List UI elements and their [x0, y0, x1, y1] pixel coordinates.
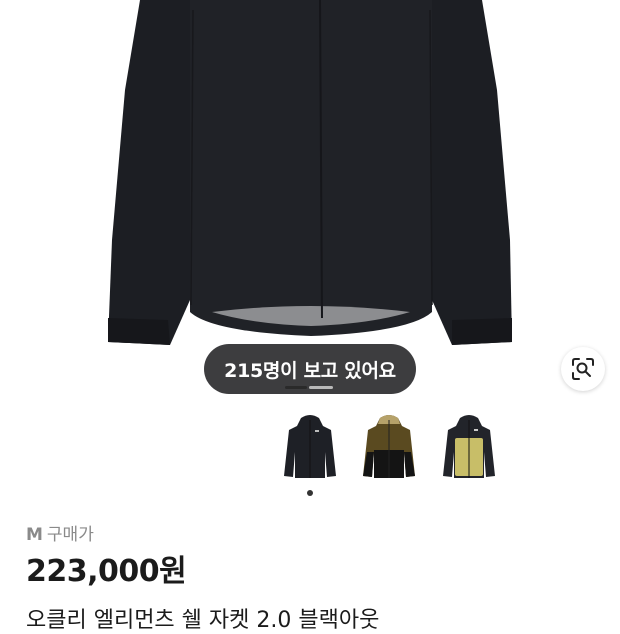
- size-price-label: M 구매가: [26, 520, 94, 545]
- selected-thumbnail-dot: [307, 490, 313, 496]
- jacket-thumb-icon: [363, 415, 415, 478]
- slide-indicator-active: [285, 386, 307, 389]
- jacket-thumb-icon: [284, 415, 336, 478]
- thumbnail-black[interactable]: [279, 412, 341, 482]
- jacket-image: [108, 0, 512, 345]
- size-code: M: [26, 525, 43, 545]
- thumbnail-olive-black[interactable]: [438, 412, 500, 482]
- color-options: [0, 412, 620, 502]
- product-title: 오클리 엘리먼츠 쉘 자켓 2.0 블랙아웃: [26, 608, 380, 633]
- slide-indicator-track: [309, 386, 333, 389]
- product-price: 223,000원: [26, 554, 187, 589]
- lens-search-icon: [572, 358, 594, 380]
- image-search-button[interactable]: [561, 347, 605, 391]
- jacket-thumb-icon: [443, 415, 495, 478]
- product-image[interactable]: 215명이 보고 있어요: [0, 0, 620, 400]
- thumbnail-brown-black[interactable]: [358, 412, 420, 482]
- size-price-text: 구매가: [46, 525, 94, 545]
